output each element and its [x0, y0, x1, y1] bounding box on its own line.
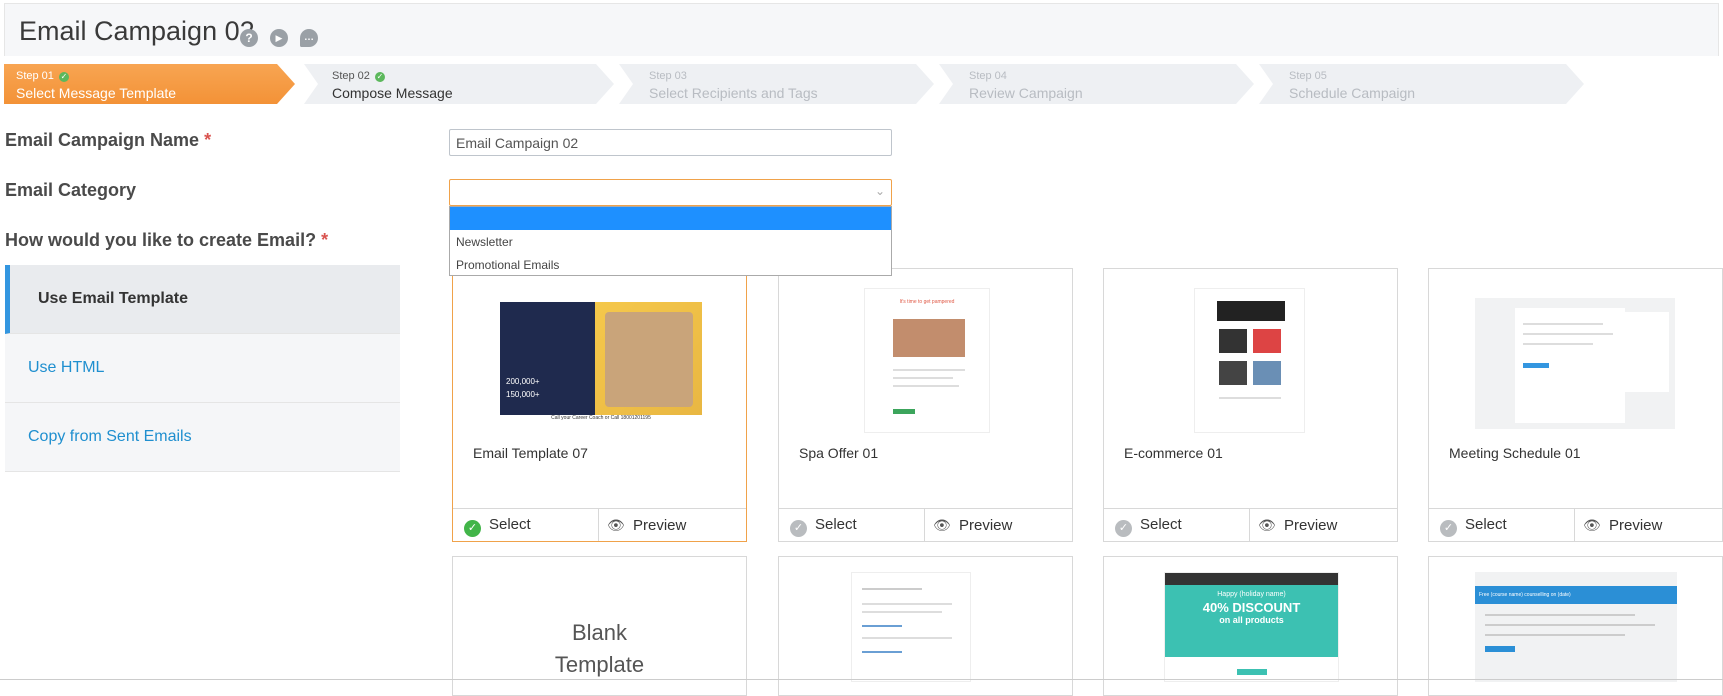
eye-icon: 👁	[933, 517, 951, 533]
step-5-number: Step 05	[1289, 70, 1327, 82]
create-method-label: How would you like to create Email? *	[5, 230, 329, 250]
step-5-label: Schedule Campaign	[1289, 85, 1416, 101]
select-button[interactable]: ✓ Select	[453, 509, 599, 541]
select-button[interactable]: ✓ Select	[779, 509, 925, 541]
play-icon[interactable]: ▶	[270, 29, 288, 47]
template-name: E-commerce 01	[1124, 445, 1223, 461]
campaign-name-input[interactable]	[449, 129, 892, 156]
template-thumbnail	[1475, 298, 1675, 429]
template-thumbnail: It's time to get pampered	[864, 288, 990, 433]
template-thumbnail	[1194, 288, 1305, 433]
template-card[interactable]: It's time to get pampered Spa Offer 01 ✓…	[778, 268, 1073, 542]
step-1-number: Step 01 ✓	[16, 70, 68, 82]
category-dropdown: Newsletter Promotional Emails	[449, 206, 892, 276]
eye-icon: 👁	[1258, 517, 1276, 533]
page-header: Email Campaign 02 ? ▶ …	[4, 3, 1719, 56]
template-thumbnail: Free (course name) counselling on (date)	[1475, 572, 1677, 682]
create-method-tabs: Use Email Template Use HTML Copy from Se…	[5, 265, 400, 472]
check-icon: ✓	[376, 72, 384, 81]
template-actions: ✓ Select 👁 Preview	[779, 508, 1072, 541]
check-icon: ✓	[790, 520, 807, 537]
check-icon: ✓	[1115, 520, 1132, 537]
template-card[interactable]	[778, 556, 1073, 696]
category-option-empty[interactable]	[450, 207, 891, 230]
template-actions: ✓ Select 👁 Preview	[1104, 508, 1397, 541]
select-button[interactable]: ✓ Select	[1429, 509, 1575, 541]
step-3-number: Step 03	[649, 70, 687, 82]
template-card[interactable]: Meeting Schedule 01 ✓ Select 👁 Preview	[1428, 268, 1723, 542]
chevron-down-icon: ⌄	[874, 184, 885, 198]
page-title: Email Campaign 02	[19, 16, 255, 46]
eye-icon: 👁	[1583, 517, 1601, 533]
template-card[interactable]: Free (course name) counselling on (date)	[1428, 556, 1723, 696]
step-3-label: Select Recipients and Tags	[649, 85, 818, 101]
template-name: Email Template 07	[473, 445, 588, 461]
step-5[interactable]: Step 05 Schedule Campaign	[1259, 64, 1584, 104]
step-2-label: Compose Message	[332, 85, 453, 101]
template-actions: ✓ Select 👁 Preview	[453, 508, 746, 541]
check-icon: ✓	[464, 520, 481, 537]
campaign-name-label: Email Campaign Name *	[5, 130, 212, 150]
tab-use-html[interactable]: Use HTML	[5, 334, 400, 403]
eye-icon: 👁	[607, 517, 625, 533]
check-icon: ✓	[1440, 520, 1457, 537]
step-2-number: Step 02 ✓	[332, 70, 384, 82]
step-4[interactable]: Step 04 Review Campaign	[939, 64, 1254, 104]
check-icon: ✓	[60, 72, 68, 81]
preview-button[interactable]: 👁 Preview	[925, 509, 1073, 541]
template-thumbnail: 200,000+ 150,000+ Call your Career Coach…	[500, 302, 702, 425]
template-name: Spa Offer 01	[799, 445, 879, 461]
email-category-label: Email Category	[5, 180, 137, 200]
blank-template-label: Blank Template	[554, 620, 645, 677]
chat-icon[interactable]: …	[300, 29, 318, 47]
preview-button[interactable]: 👁 Preview	[1250, 509, 1398, 541]
template-card[interactable]: E-commerce 01 ✓ Select 👁 Preview	[1103, 268, 1398, 542]
template-card-blank[interactable]: Blank Template	[452, 556, 747, 696]
select-button[interactable]: ✓ Select	[1104, 509, 1250, 541]
template-thumbnail: Happy (holiday name) 40% DISCOUNT on all…	[1164, 572, 1339, 682]
template-card[interactable]: Happy (holiday name) 40% DISCOUNT on all…	[1103, 556, 1398, 696]
step-4-number: Step 04	[969, 70, 1007, 82]
template-card[interactable]: 200,000+ 150,000+ Call your Career Coach…	[452, 268, 747, 542]
category-option-newsletter[interactable]: Newsletter	[450, 230, 891, 253]
category-option-promotional[interactable]: Promotional Emails	[450, 253, 891, 276]
step-1-label: Select Message Template	[16, 85, 177, 101]
step-2[interactable]: Step 02 ✓ Compose Message	[304, 64, 614, 104]
tab-copy-sent-emails[interactable]: Copy from Sent Emails	[5, 403, 400, 472]
help-icon[interactable]: ?	[240, 29, 258, 47]
template-thumbnail	[851, 572, 971, 682]
tab-use-email-template[interactable]: Use Email Template	[5, 265, 400, 334]
step-3[interactable]: Step 03 Select Recipients and Tags	[619, 64, 934, 104]
preview-button[interactable]: 👁 Preview	[599, 509, 747, 541]
email-category-select[interactable]: ⌄	[449, 179, 892, 206]
template-name: Meeting Schedule 01	[1449, 445, 1581, 461]
preview-button[interactable]: 👁 Preview	[1575, 509, 1723, 541]
wizard-steps: Step 01 ✓ Select Message Template Step 02…	[4, 64, 1719, 104]
step-1[interactable]: Step 01 ✓ Select Message Template	[4, 64, 295, 104]
template-actions: ✓ Select 👁 Preview	[1429, 508, 1722, 541]
step-4-label: Review Campaign	[969, 85, 1083, 101]
